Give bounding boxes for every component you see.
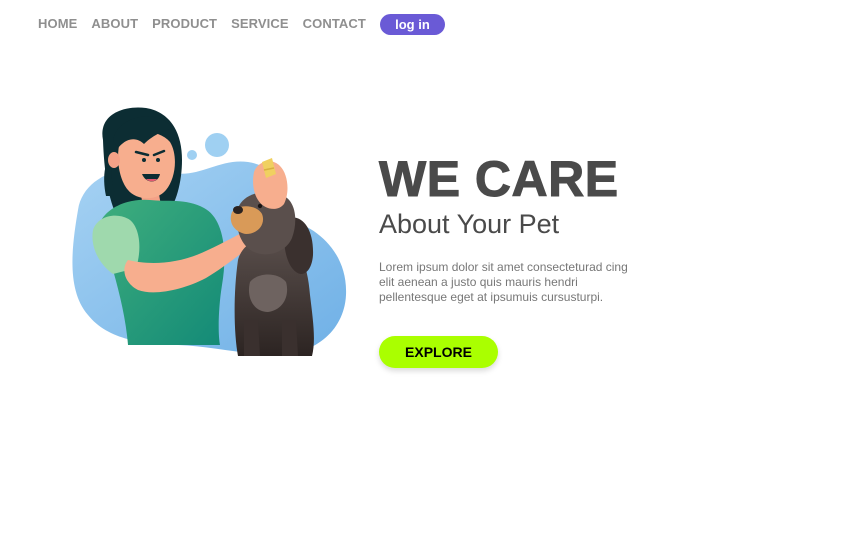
hero-text-block: WE CARE About Your Pet Lorem ipsum dolor… [379, 152, 679, 305]
nav-link-home[interactable]: HOME [38, 13, 77, 35]
landing-page: HOME ABOUT PRODUCT SERVICE CONTACT log i… [0, 0, 867, 534]
nav-link-product[interactable]: PRODUCT [152, 13, 217, 35]
explore-button[interactable]: EXPLORE [379, 336, 498, 368]
hero-subtitle: About Your Pet [379, 209, 560, 239]
woman-brushing-dog-illustration [58, 100, 358, 362]
top-nav: HOME ABOUT PRODUCT SERVICE CONTACT log i… [38, 13, 445, 35]
nav-link-service[interactable]: SERVICE [231, 13, 289, 35]
hero-description: Lorem ipsum dolor sit amet consecteturad… [379, 260, 628, 304]
nav-link-about[interactable]: ABOUT [91, 13, 138, 35]
nav-link-contact[interactable]: CONTACT [303, 13, 366, 35]
hero-title: WE CARE [379, 151, 619, 207]
login-button[interactable]: log in [379, 13, 445, 35]
pet-care-illustration-icon [72, 107, 347, 356]
